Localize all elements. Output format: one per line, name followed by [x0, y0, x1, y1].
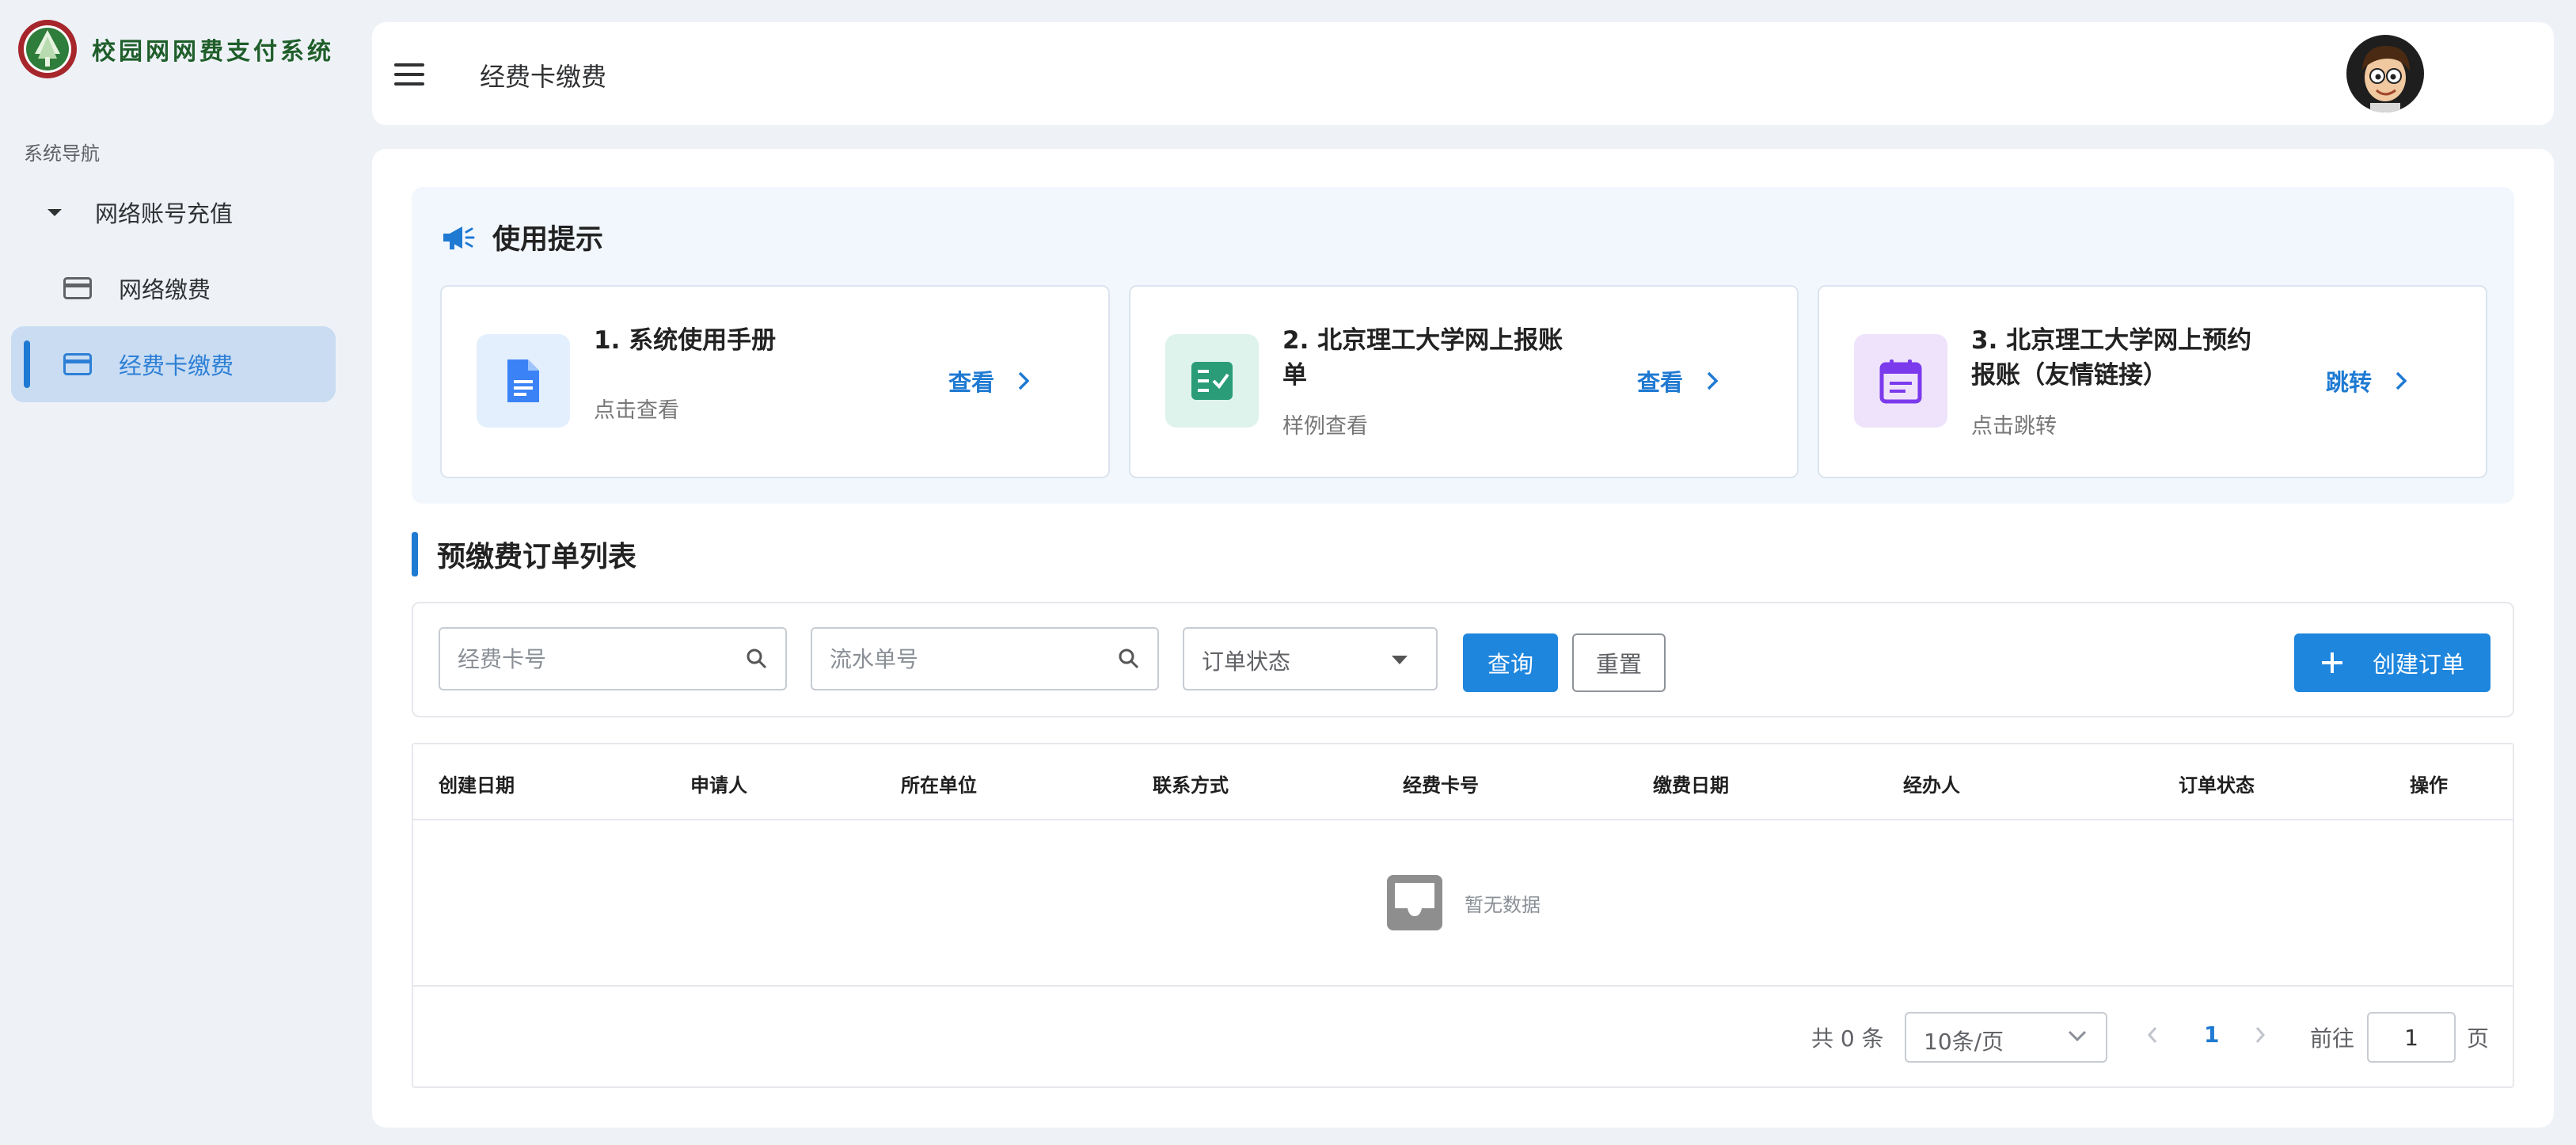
goto-label: 前往 — [2310, 1025, 2355, 1052]
credit-card-icon — [63, 353, 92, 375]
link-label: 查看 — [1637, 369, 1684, 396]
avatar-face-icon — [2346, 35, 2424, 112]
tip-subtitle: 点击查看 — [594, 398, 679, 423]
order-status-select[interactable]: 订单状态 — [1183, 627, 1438, 690]
card-number-search[interactable] — [439, 627, 787, 690]
caret-down-icon — [1392, 656, 1408, 664]
tips-heading: 使用提示 — [442, 217, 603, 257]
tip-card-reimbursement-booking: 3. 北京理工大学网上预约报账（友情链接） 点击跳转 跳转 — [1818, 285, 2487, 478]
caret-down-icon — [47, 209, 62, 216]
megaphone-icon — [443, 226, 475, 249]
sidebar-item-fund-card-payment[interactable]: 经费卡缴费 — [11, 326, 336, 402]
chevron-right-icon — [2396, 371, 2407, 390]
column-header: 申请人 — [690, 774, 747, 797]
sidebar: 校园网网费支付系统 系统导航 网络账号充值 网络缴费 经费卡缴费 — [0, 0, 348, 1145]
page-title: 经费卡缴费 — [480, 62, 607, 92]
usage-tips-panel: 使用提示 1. 系统使用手册 点击查看 查看 2. 北京理工大学网上报账单 样例… — [412, 187, 2514, 504]
reset-button[interactable]: 重置 — [1572, 633, 1666, 692]
chevron-right-icon — [1707, 371, 1719, 390]
search-icon[interactable] — [1118, 648, 1140, 670]
goto-page-field[interactable] — [2367, 1012, 2456, 1063]
link-label: 查看 — [948, 369, 995, 396]
search-icon[interactable] — [746, 648, 768, 670]
serial-number-input[interactable] — [830, 629, 1099, 689]
card-number-input[interactable] — [458, 629, 727, 689]
nav-caption: 系统导航 — [24, 143, 100, 165]
sidebar-group-network-recharge[interactable]: 网络账号充值 — [11, 188, 336, 236]
top-header: 经费卡缴费 — [372, 22, 2554, 125]
sidebar-group-label: 网络账号充值 — [95, 200, 234, 227]
column-header: 操作 — [2410, 774, 2448, 797]
user-avatar[interactable] — [2346, 35, 2424, 112]
sidebar-item-network-payment[interactable]: 网络缴费 — [11, 250, 336, 326]
empty-text: 暂无数据 — [1465, 893, 1541, 916]
plus-icon — [2321, 652, 2342, 673]
credit-card-icon — [63, 277, 92, 299]
column-header: 经办人 — [1903, 774, 1960, 797]
table-header: 创建日期 申请人 所在单位 联系方式 经费卡号 缴费日期 经办人 订单状态 操作 — [413, 744, 2513, 820]
total-count: 共 0 条 — [1811, 1025, 1884, 1052]
main-content: 使用提示 1. 系统使用手册 点击查看 查看 2. 北京理工大学网上报账单 样例… — [372, 149, 2554, 1128]
app-title: 校园网网费支付系统 — [92, 38, 334, 66]
column-header: 所在单位 — [901, 774, 977, 797]
orders-table: 创建日期 申请人 所在单位 联系方式 经费卡号 缴费日期 经办人 订单状态 操作… — [412, 743, 2514, 1088]
create-order-label: 创建订单 — [2372, 651, 2464, 678]
tip-subtitle: 样例查看 — [1282, 414, 1368, 439]
column-header: 创建日期 — [439, 774, 515, 797]
tip-subtitle: 点击跳转 — [1971, 414, 2057, 439]
document-icon — [477, 334, 570, 428]
create-order-button[interactable]: 创建订单 — [2294, 633, 2491, 692]
prev-page-icon[interactable] — [2147, 1026, 2158, 1044]
university-emblem-icon — [18, 20, 77, 78]
empty-inbox-icon — [1387, 875, 1442, 930]
view-manual-link[interactable]: 查看 — [948, 364, 1030, 398]
app-logo[interactable]: 校园网网费支付系统 — [17, 19, 334, 79]
empty-state: 暂无数据 — [413, 820, 2513, 987]
current-page-number[interactable]: 1 — [2204, 1021, 2219, 1048]
sidebar-item-label: 网络缴费 — [119, 276, 211, 303]
orders-section-heading: 预缴费订单列表 — [412, 532, 636, 576]
order-filter-bar: 订单状态 查询 重置 创建订单 — [412, 602, 2514, 717]
chevron-down-icon — [2068, 1030, 2087, 1042]
column-header: 经费卡号 — [1403, 774, 1479, 797]
tip-title: 2. 北京理工大学网上报账单 — [1282, 326, 1563, 390]
jump-booking-link[interactable]: 跳转 — [2326, 364, 2407, 398]
tip-card-user-manual: 1. 系统使用手册 点击查看 查看 — [440, 285, 1110, 478]
order-status-value: 订单状态 — [1202, 649, 1291, 675]
orders-section-title: 预缴费订单列表 — [437, 541, 637, 573]
view-reimbursement-link[interactable]: 查看 — [1637, 364, 1719, 398]
serial-number-search[interactable] — [811, 627, 1159, 690]
page-unit-label: 页 — [2467, 1025, 2490, 1052]
calendar-icon — [1854, 334, 1947, 428]
pagination: 共 0 条 10条/页 1 前往 页 — [413, 988, 2513, 1088]
page-size-select[interactable]: 10条/页 — [1905, 1012, 2107, 1063]
tip-card-reimbursement-form: 2. 北京理工大学网上报账单 样例查看 查看 — [1129, 285, 1799, 478]
section-accent-bar — [412, 532, 418, 576]
next-page-icon[interactable] — [2255, 1026, 2266, 1044]
active-indicator — [24, 340, 30, 388]
link-label: 跳转 — [2326, 369, 2373, 396]
tips-title: 使用提示 — [492, 224, 604, 256]
column-header: 缴费日期 — [1653, 774, 1729, 797]
goto-page-input[interactable] — [2369, 1014, 2454, 1061]
page-size-value: 10条/页 — [1924, 1029, 2004, 1055]
sidebar-item-label: 经费卡缴费 — [119, 352, 234, 379]
column-header: 订单状态 — [2179, 774, 2255, 797]
checklist-icon — [1165, 334, 1259, 428]
menu-toggle-icon[interactable] — [394, 63, 424, 86]
tip-title: 3. 北京理工大学网上预约报账（友情链接） — [1971, 326, 2252, 390]
tip-title: 1. 系统使用手册 — [594, 326, 777, 355]
column-header: 联系方式 — [1153, 774, 1229, 797]
query-button[interactable]: 查询 — [1463, 633, 1558, 692]
chevron-right-icon — [1018, 371, 1030, 390]
